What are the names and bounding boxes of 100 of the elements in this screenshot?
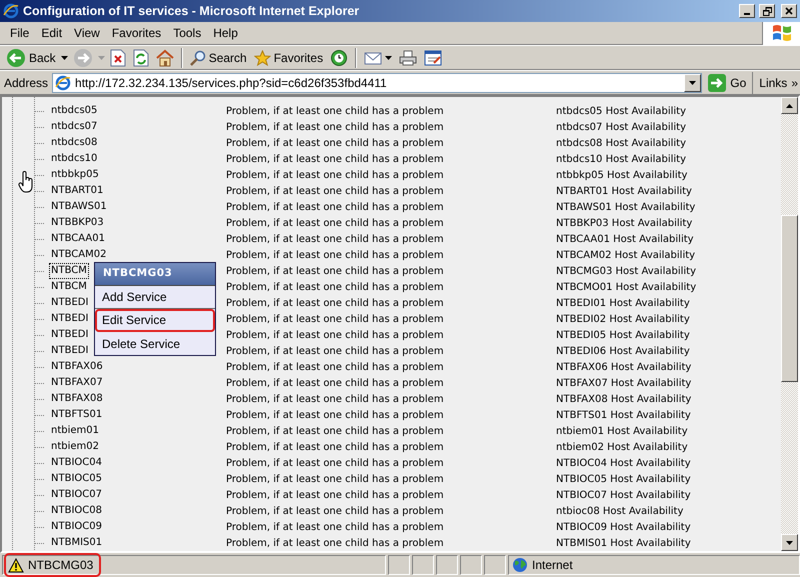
trigger-text: NTBIOC05 Host Availability — [556, 472, 692, 486]
service-name-link[interactable]: NTBFTS01 — [49, 407, 104, 423]
browser-icon — [55, 74, 72, 90]
service-name-link[interactable]: NTBEDI — [49, 311, 90, 327]
back-button[interactable]: Back — [4, 46, 58, 68]
status-rule-text: Problem, if at least one child has a problem — [226, 280, 445, 294]
service-name-link[interactable]: ntbdcs10 — [49, 151, 100, 167]
status-rule-text: Problem, if at least one child has a problem — [226, 136, 445, 150]
up-arrow-icon[interactable] — [786, 104, 793, 108]
minimize-button[interactable] — [739, 4, 755, 18]
service-name-link[interactable]: ntbdcs07 — [49, 119, 100, 135]
status-rule-text: Problem, if at least one child has a problem — [226, 344, 445, 358]
trigger-text: ntbiem02 Host Availability — [556, 440, 689, 454]
star-icon[interactable] — [254, 50, 271, 66]
service-name-link[interactable]: ntbbkp05 — [49, 167, 101, 183]
status-rule-text: Problem, if at least one child has a problem — [226, 312, 445, 326]
trigger-text: NTBAWS01 Host Availability — [556, 200, 696, 214]
trigger-text: NTBIOC04 Host Availability — [556, 456, 692, 470]
service-name-link[interactable]: NTBAWS01 — [49, 199, 109, 215]
search-button[interactable]: Search — [188, 46, 249, 68]
status-rule-text: Problem, if at least one child has a problem — [226, 360, 445, 374]
service-name-link[interactable]: NTBCM — [49, 279, 89, 295]
status-pane — [412, 555, 434, 575]
service-name-link[interactable]: ntbdcs05 — [49, 103, 100, 119]
service-name-link[interactable]: NTBFAX08 — [49, 391, 105, 407]
warning-icon — [8, 558, 24, 572]
menu-item[interactable]: Favorites — [106, 25, 168, 41]
scroll-down-button[interactable] — [781, 534, 798, 551]
go-button[interactable]: Go — [706, 72, 754, 94]
trigger-text: ntbdcs05 Host Availability — [556, 104, 688, 118]
scroll-thumb[interactable] — [781, 215, 798, 382]
status-text: NTBCMG03 — [28, 557, 94, 574]
status-rule-text: Problem, if at least one child has a problem — [226, 488, 445, 502]
close-button[interactable] — [781, 4, 797, 18]
service-name-link[interactable]: NTBBKP03 — [49, 215, 106, 231]
status-rule-text: Problem, if at least one child has a problem — [226, 216, 445, 230]
status-rule-text: Problem, if at least one child has a problem — [226, 504, 445, 518]
trigger-text: NTBEDI06 Host Availability — [556, 344, 691, 358]
status-rule-text: Problem, if at least one child has a problem — [226, 376, 445, 390]
menu-item[interactable]: Tools — [167, 25, 208, 41]
dropdown-caret-icon[interactable] — [689, 80, 696, 84]
service-name-link[interactable]: NTBMIS01 — [49, 535, 104, 551]
trigger-text: NTBFAX07 Host Availability — [556, 376, 692, 390]
status-rule-text: Problem, if at least one child has a problem — [226, 152, 445, 166]
service-name-link[interactable]: ntbdcs08 — [49, 135, 100, 151]
flag-logo-icon — [770, 23, 792, 43]
service-name-link[interactable]: ntbiem02 — [49, 439, 102, 455]
service-name-link[interactable]: NTBFAX06 — [49, 359, 105, 375]
trigger-text: NTBCMG03 Host Availability — [556, 264, 697, 278]
trigger-text: ntbiem01 Host Availability — [556, 424, 689, 438]
trigger-text: ntbbkp05 Host Availability — [556, 168, 688, 182]
trigger-text: NTBART01 Host Availability — [556, 184, 693, 198]
status-rule-text: Problem, if at least one child has a problem — [226, 520, 445, 534]
service-name-link[interactable]: NTBFAX07 — [49, 375, 105, 391]
service-name-link[interactable]: NTBIOC04 — [49, 455, 104, 471]
service-name-link[interactable]: NTBIOC05 — [49, 471, 104, 487]
status-rule-text: Problem, if at least one child has a problem — [226, 168, 445, 182]
trigger-text: ntbdcs08 Host Availability — [556, 136, 688, 150]
status-rule-text: Problem, if at least one child has a problem — [226, 296, 445, 310]
restore-icon[interactable] — [762, 6, 772, 16]
menu-item[interactable]: View — [68, 25, 106, 41]
down-arrow-icon[interactable] — [786, 540, 793, 544]
status-rule-text: Problem, if at least one child has a problem — [226, 536, 445, 550]
service-name-link[interactable]: NTBCM — [49, 263, 89, 279]
service-name-link[interactable]: NTBART01 — [49, 183, 106, 199]
zone-text: Internet — [532, 557, 573, 574]
service-name-link[interactable]: NTBEDI — [49, 295, 90, 311]
menu-item[interactable]: File — [4, 25, 36, 41]
address-field[interactable]: http://172.32.234.135/services.php?sid=c6d26f353fbd4411 — [52, 72, 702, 92]
service-name-link[interactable]: NTBIOC07 — [49, 487, 104, 503]
menu-item[interactable]: Help — [207, 25, 244, 41]
service-name-link[interactable]: ntbiem01 — [49, 423, 102, 439]
trigger-text: ntbdcs10 Host Availability — [556, 152, 688, 166]
status-rule-text: Problem, if at least one child has a problem — [226, 184, 445, 198]
trigger-text: NTBEDI01 Host Availability — [556, 296, 691, 310]
window-title: Configuration of IT services - Microsoft Internet Explorer — [23, 2, 360, 20]
restore-button[interactable] — [759, 4, 775, 18]
close-icon[interactable] — [785, 7, 793, 15]
scrollbar[interactable] — [781, 97, 798, 551]
service-name-link[interactable]: NTBIOC09 — [49, 519, 104, 535]
status-rule-text: Problem, if at least one child has a problem — [226, 232, 445, 246]
dropdown-caret-icon[interactable] — [385, 56, 392, 60]
context-menu-item[interactable]: Edit Service — [95, 309, 215, 332]
browser-icon — [3, 3, 19, 19]
service-name-link[interactable]: NTBEDI — [49, 343, 90, 359]
scroll-up-button[interactable] — [781, 97, 798, 114]
service-name-link[interactable]: NTBCAA01 — [49, 231, 107, 247]
service-name-link[interactable]: NTBIOC08 — [49, 503, 104, 519]
service-name-link[interactable]: NTBCAM02 — [49, 247, 108, 263]
menu-item[interactable]: Edit — [35, 25, 68, 41]
favorites-button[interactable]: Favorites — [252, 46, 326, 68]
trigger-text: NTBFTS01 Host Availability — [556, 408, 692, 422]
status-rule-text: Problem, if at least one child has a problem — [226, 248, 445, 262]
dropdown-caret-icon[interactable] — [60, 56, 68, 60]
links-button[interactable]: Links » — [757, 74, 800, 92]
dropdown-button[interactable] — [684, 74, 702, 92]
envelope-icon[interactable] — [364, 50, 382, 64]
service-name-link[interactable]: NTBEDI — [49, 327, 90, 343]
search-icon[interactable] — [190, 50, 206, 66]
status-rule-text: Problem, if at least one child has a problem — [226, 424, 445, 438]
